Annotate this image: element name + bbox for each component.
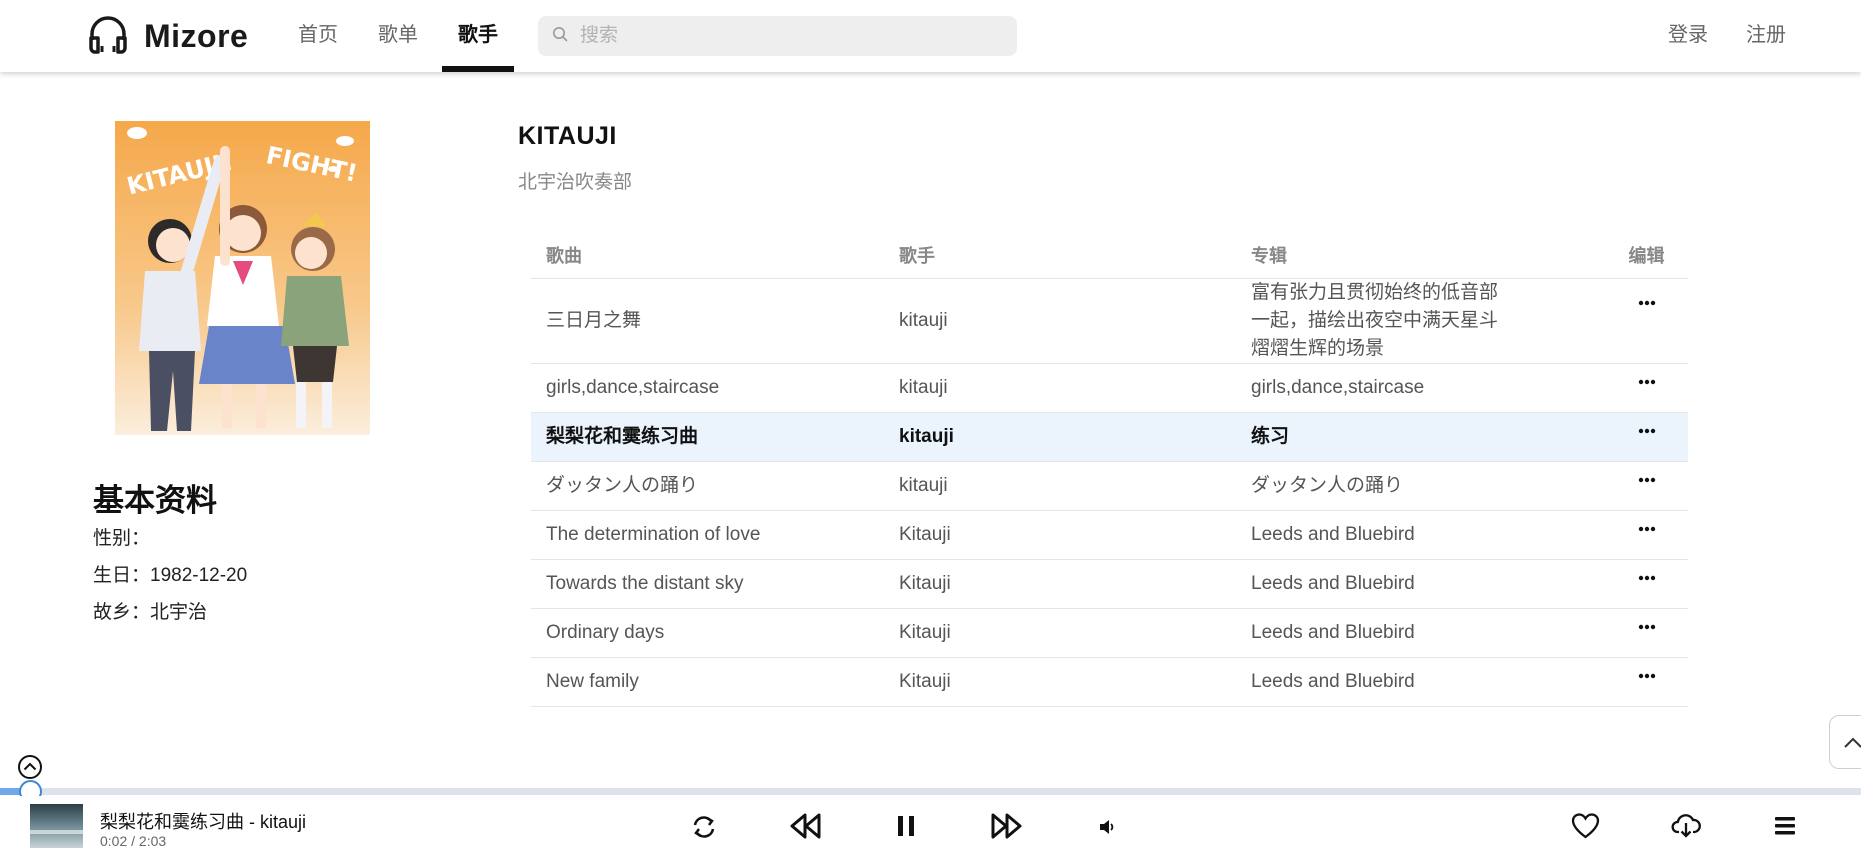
nav-playlists[interactable]: 歌单 (358, 0, 438, 72)
player-bar: 梨梨花和霙练习曲 - kitauji 0:02 / 2:03 (0, 796, 1861, 862)
song-table: 歌曲 歌手 专辑 编辑 三日月之舞 kitauji 富有张力且贯彻始终的低音部一… (531, 232, 1688, 707)
edit-cell (1605, 559, 1688, 609)
column-header-song: 歌曲 (531, 232, 884, 279)
song-title: 三日月之舞 (531, 278, 884, 364)
song-title: ダッタン人の踊り (531, 461, 884, 511)
more-icon[interactable] (1635, 519, 1659, 539)
table-header-row: 歌曲 歌手 专辑 编辑 (531, 232, 1688, 279)
song-row-playing[interactable]: 梨梨花和霙练习曲 kitauji 练习 (531, 412, 1688, 462)
app-name: Mizore (144, 17, 249, 54)
song-row[interactable]: 三日月之舞 kitauji 富有张力且贯彻始终的低音部一起，描绘出夜空中满天星斗… (531, 278, 1688, 364)
more-icon[interactable] (1635, 421, 1659, 441)
next-button[interactable] (989, 811, 1023, 841)
column-header-album: 专辑 (1236, 232, 1605, 279)
artist-subtitle: 北宇治吹奏部 (518, 172, 633, 193)
search-input[interactable] (578, 24, 982, 48)
heart-icon (1571, 812, 1600, 840)
more-icon[interactable] (1635, 372, 1659, 392)
song-album[interactable]: 练习 (1236, 412, 1605, 462)
more-icon[interactable] (1635, 293, 1659, 313)
song-album[interactable]: Leeds and Bluebird (1236, 510, 1605, 560)
search-icon (538, 26, 568, 47)
edit-cell (1605, 510, 1688, 560)
song-album[interactable]: girls,dance,staircase (1236, 363, 1605, 413)
nav-home[interactable]: 首页 (278, 0, 358, 72)
now-playing-time: 0:02 / 2:03 (100, 833, 167, 849)
login-link[interactable]: 登录 (1668, 0, 1708, 72)
more-icon[interactable] (1635, 666, 1659, 686)
song-album[interactable]: Leeds and Bluebird (1236, 608, 1605, 658)
pause-button[interactable] (895, 813, 917, 839)
song-title: The determination of love (531, 510, 884, 560)
now-playing-title: 梨梨花和霙练习曲 - kitauji (100, 812, 307, 832)
edit-cell (1605, 363, 1688, 413)
song-row[interactable]: Towards the distant sky Kitauji Leeds an… (531, 559, 1688, 609)
song-row[interactable]: girls,dance,staircase kitauji girls,danc… (531, 363, 1688, 413)
pause-icon (895, 813, 917, 839)
profile-title: 基本资料 (93, 483, 217, 518)
volume-button[interactable] (1098, 818, 1116, 836)
more-icon[interactable] (1635, 568, 1659, 588)
edit-cell (1605, 657, 1688, 707)
back-to-top-button[interactable] (1829, 715, 1861, 769)
song-album[interactable]: 富有张力且贯彻始终的低音部一起，描绘出夜空中满天星斗熠熠生辉的场景 (1236, 278, 1605, 364)
edit-cell (1605, 412, 1688, 462)
headphones-icon (86, 12, 130, 61)
top-header: Mizore 首页 歌单 歌手 登录 注册 (0, 0, 1861, 72)
profile-gender: 性别： (93, 528, 151, 549)
song-title: Ordinary days (531, 608, 884, 658)
volume-icon (1098, 818, 1116, 836)
song-artist[interactable]: kitauji (884, 363, 1236, 413)
nav-artists[interactable]: 歌手 (438, 0, 518, 72)
artist-name: KITAUJI (518, 122, 617, 150)
progress-bar[interactable] (0, 780, 1861, 803)
song-album[interactable]: Leeds and Bluebird (1236, 657, 1605, 707)
song-artist[interactable]: kitauji (884, 461, 1236, 511)
song-title: New family (531, 657, 884, 707)
more-icon[interactable] (1635, 617, 1659, 637)
song-artist[interactable]: Kitauji (884, 559, 1236, 609)
song-album[interactable]: Leeds and Bluebird (1236, 559, 1605, 609)
song-artist[interactable]: Kitauji (884, 510, 1236, 560)
previous-button[interactable] (789, 811, 823, 841)
song-artist[interactable]: Kitauji (884, 657, 1236, 707)
like-button[interactable] (1571, 812, 1600, 840)
song-title: girls,dance,staircase (531, 363, 884, 413)
repeat-icon (690, 813, 718, 841)
edit-cell (1605, 461, 1688, 511)
edit-cell (1605, 278, 1688, 364)
download-icon (1671, 812, 1701, 840)
column-header-artist: 歌手 (884, 232, 1236, 279)
collapse-player-button[interactable] (17, 754, 43, 780)
repeat-button[interactable] (690, 813, 718, 841)
song-title: Towards the distant sky (531, 559, 884, 609)
app-logo[interactable]: Mizore (86, 14, 248, 58)
song-artist[interactable]: Kitauji (884, 608, 1236, 658)
song-row[interactable]: New family Kitauji Leeds and Bluebird (531, 657, 1688, 707)
auth-links: 登录 注册 (1630, 0, 1786, 72)
edit-cell (1605, 608, 1688, 658)
profile-birthday: 生日：1982-12-20 (93, 565, 248, 586)
profile-hometown: 故乡：北宇治 (93, 602, 208, 623)
song-row[interactable]: ダッタン人の踊り kitauji ダッタン人の踊り (531, 461, 1688, 511)
previous-icon (789, 811, 823, 841)
next-icon (989, 811, 1023, 841)
column-header-edit: 编辑 (1605, 232, 1688, 279)
song-row[interactable]: The determination of love Kitauji Leeds … (531, 510, 1688, 560)
song-album[interactable]: ダッタン人の踊り (1236, 461, 1605, 511)
song-row[interactable]: Ordinary days Kitauji Leeds and Bluebird (531, 608, 1688, 658)
main-nav: 首页 歌单 歌手 (278, 0, 518, 72)
now-playing-cover[interactable] (30, 804, 83, 848)
playlist-button[interactable] (1774, 815, 1796, 837)
register-link[interactable]: 注册 (1746, 0, 1786, 72)
song-title: 梨梨花和霙练习曲 (531, 412, 884, 462)
playlist-icon (1774, 815, 1796, 837)
search-box (538, 16, 1017, 56)
song-artist[interactable]: kitauji (884, 412, 1236, 462)
song-artist[interactable]: kitauji (884, 278, 1236, 364)
artist-cover-image: KITAUJI! FIGHT! (115, 121, 370, 435)
more-icon[interactable] (1635, 470, 1659, 490)
download-button[interactable] (1671, 812, 1701, 840)
